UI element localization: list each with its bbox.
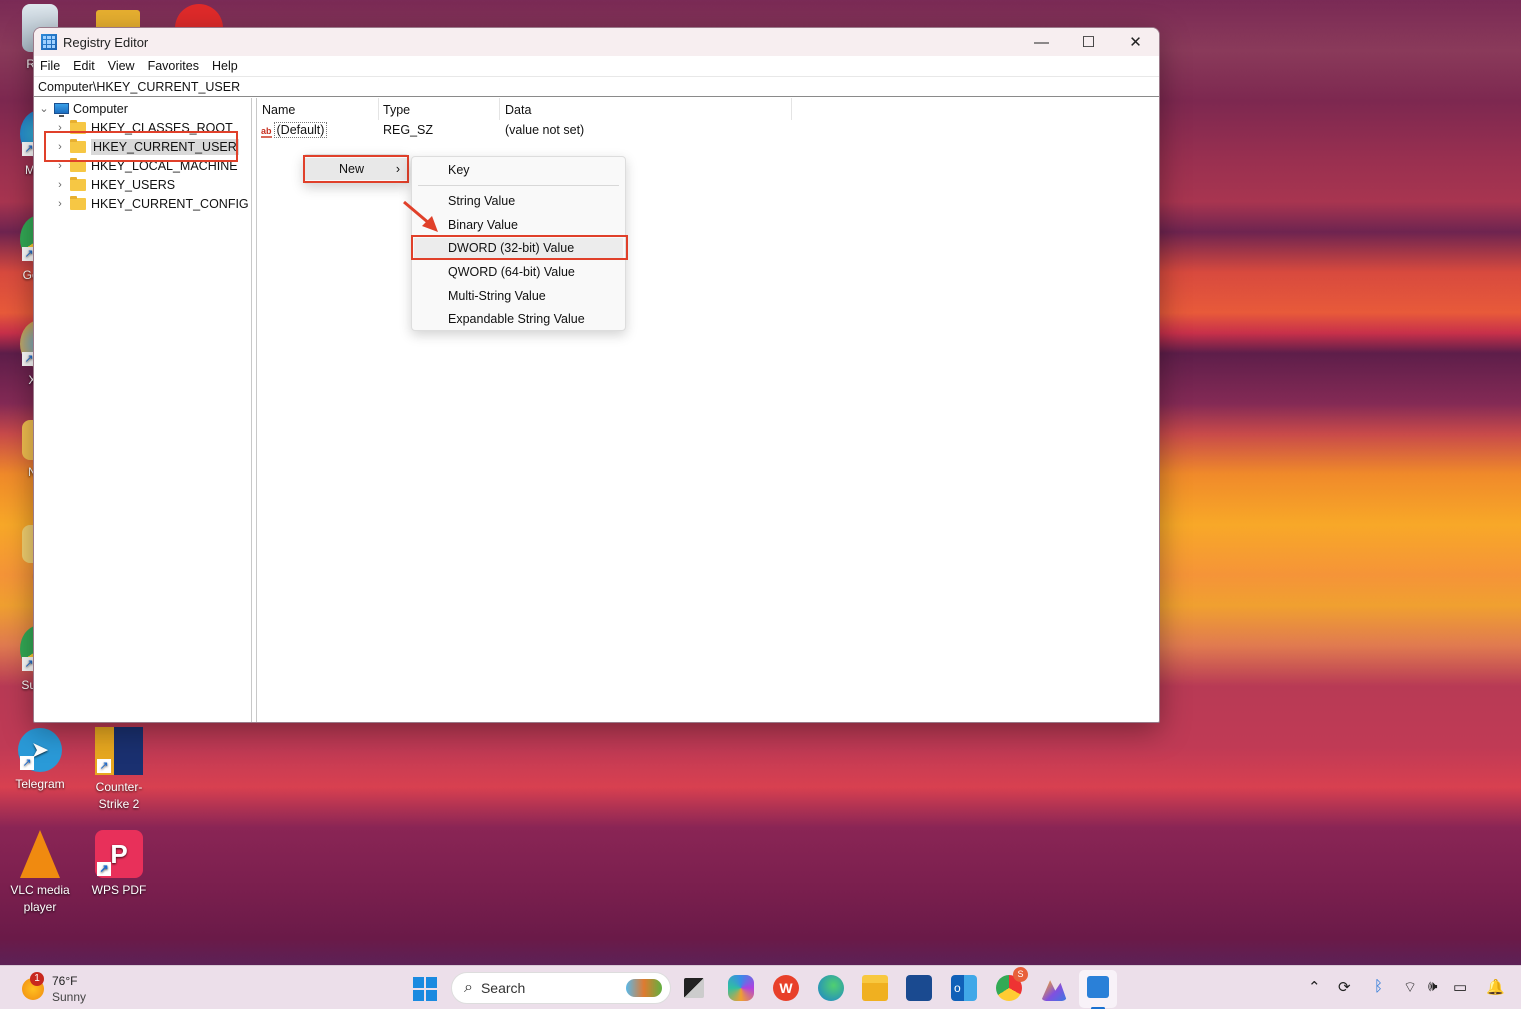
chrome-icon[interactable]: S xyxy=(996,967,1028,1001)
maximize-button[interactable]: ☐ xyxy=(1065,28,1112,56)
desktop-icon-vlc-media-player[interactable]: VLC media player xyxy=(2,830,78,916)
desktop-icon-telegram[interactable]: ➤ ↗ Telegram xyxy=(2,728,78,793)
start-button[interactable] xyxy=(413,977,437,1001)
title-bar[interactable]: Registry Editor — ☐ ✕ xyxy=(34,28,1159,56)
submenu-item-expandable-string-value[interactable]: Expandable String Value xyxy=(448,308,585,330)
weather-widget[interactable]: 1 76°F Sunny xyxy=(20,972,100,1004)
edge-icon[interactable] xyxy=(818,975,844,1001)
submenu-item-binary-value[interactable]: Binary Value xyxy=(448,214,518,236)
bluetooth-icon[interactable]: ᛒ xyxy=(1374,978,1383,995)
outlook-icon[interactable]: o xyxy=(951,975,977,1001)
tree-item-hkey-current-config[interactable]: › HKEY_CURRENT_CONFIG xyxy=(54,194,249,213)
windows-logo-icon xyxy=(413,977,424,988)
value-list: Name Type Data ab (Default) REG_SZ (value… xyxy=(257,98,1159,722)
desktop-icon-label: Counter-Strike 2 xyxy=(95,780,143,811)
task-view-icon[interactable] xyxy=(684,978,704,998)
desktop-icon-label: WPS PDF xyxy=(91,883,147,897)
search-highlight-icon xyxy=(626,979,662,997)
weather-badge: 1 xyxy=(30,972,44,986)
photos-app-icon[interactable] xyxy=(1041,980,1067,1001)
search-icon: ⌕ xyxy=(464,979,473,996)
key-tree: ⌄ Computer › HKEY_CLASSES_ROOT › HKEY_CU… xyxy=(34,98,252,722)
menu-favorites[interactable]: Favorites xyxy=(148,59,199,73)
column-divider[interactable] xyxy=(791,98,792,120)
menu-view[interactable]: View xyxy=(108,59,135,73)
annotation-highlight-dword xyxy=(411,235,628,260)
window-title: Registry Editor xyxy=(63,34,149,50)
value-name-cell: ab (Default) xyxy=(261,122,328,138)
taskbar-search[interactable]: ⌕ Search xyxy=(451,972,671,1004)
desktop-icon-app-top[interactable] xyxy=(175,4,223,28)
value-type: REG_SZ xyxy=(383,123,434,137)
submenu-item-string-value[interactable]: String Value xyxy=(448,190,515,212)
tree-item-computer[interactable]: ⌄ Computer xyxy=(38,99,128,118)
tree-label: HKEY_USERS xyxy=(91,177,176,192)
microsoft-store-icon[interactable] xyxy=(906,975,932,1001)
folder-icon xyxy=(70,176,86,191)
value-data: (value not set) xyxy=(505,123,585,137)
registry-editor-icon xyxy=(1087,976,1109,998)
tree-item-hkey-users[interactable]: › HKEY_USERS xyxy=(54,175,175,194)
sync-icon[interactable]: ⟳ xyxy=(1338,978,1351,996)
annotation-arrow-icon xyxy=(403,200,438,232)
chrome-profile-badge: S xyxy=(1013,967,1028,982)
column-divider[interactable] xyxy=(378,98,379,120)
shortcut-arrow-icon: ↗ xyxy=(20,756,34,770)
telegram-icon: ➤ ↗ xyxy=(18,728,62,772)
chevron-right-icon[interactable]: › xyxy=(54,198,66,210)
registry-editor-window: Registry Editor — ☐ ✕ File Edit View Fav… xyxy=(33,27,1160,723)
file-explorer-icon[interactable] xyxy=(862,975,888,1001)
submenu-item-qword-value[interactable]: QWORD (64-bit) Value xyxy=(448,261,575,283)
menu-bar: File Edit View Favorites Help xyxy=(34,56,1159,76)
counter-strike-icon: ↗ xyxy=(95,727,143,775)
close-button[interactable]: ✕ xyxy=(1112,28,1159,56)
submenu-item-multi-string-value[interactable]: Multi-String Value xyxy=(448,285,546,307)
menu-separator xyxy=(418,185,619,186)
address-bar[interactable]: Computer\HKEY_CURRENT_USER xyxy=(34,76,1159,97)
registry-editor-icon xyxy=(41,34,57,50)
search-placeholder: Search xyxy=(480,980,526,996)
folder-icon xyxy=(70,195,86,210)
weather-temp: 76°F xyxy=(52,974,78,988)
taskbar: 1 76°F Sunny ⌕ Search W o S ⌃ ⟳ ᛒ ⌔ 🕪 ▭ … xyxy=(0,965,1521,1009)
registry-editor-taskbar-active[interactable] xyxy=(1079,970,1117,1009)
desktop-icon-label: VLC media player xyxy=(10,883,70,914)
value-name: (Default) xyxy=(273,122,328,138)
annotation-highlight-new xyxy=(303,155,409,183)
menu-help[interactable]: Help xyxy=(212,59,238,73)
tree-label: HKEY_CURRENT_CONFIG xyxy=(91,196,249,211)
desktop-icon-label: Telegram xyxy=(15,777,65,791)
computer-icon xyxy=(54,103,69,117)
tree-label: Computer xyxy=(73,101,128,116)
wps-pdf-icon: P ↗ xyxy=(95,830,143,878)
vlc-cone-icon xyxy=(20,830,60,878)
weather-condition: Sunny xyxy=(52,990,87,1004)
column-divider[interactable] xyxy=(499,98,500,120)
volume-icon[interactable]: 🕪 xyxy=(1428,978,1437,995)
chevron-down-icon[interactable]: ⌄ xyxy=(38,102,50,115)
submenu-item-key[interactable]: Key xyxy=(448,159,470,181)
wifi-icon[interactable]: ⌔ xyxy=(1403,978,1417,997)
string-value-icon: ab xyxy=(261,126,272,138)
desktop-icon-wps-pdf[interactable]: P ↗ WPS PDF xyxy=(81,830,157,899)
chevron-right-icon[interactable]: › xyxy=(54,179,66,191)
column-header-data[interactable]: Data xyxy=(505,103,531,117)
column-header-name[interactable]: Name xyxy=(262,103,295,117)
menu-edit[interactable]: Edit xyxy=(73,59,95,73)
menu-file[interactable]: File xyxy=(40,59,60,73)
copilot-icon[interactable] xyxy=(728,975,754,1001)
column-header-type[interactable]: Type xyxy=(383,103,410,117)
minimize-button[interactable]: — xyxy=(1018,28,1065,56)
notification-bell-icon[interactable]: 🔔 xyxy=(1486,978,1505,996)
shortcut-arrow-icon: ↗ xyxy=(97,759,111,773)
show-hidden-icons-button[interactable]: ⌃ xyxy=(1308,978,1321,996)
wps-office-icon[interactable]: W xyxy=(773,975,799,1001)
desktop-icon-counter-strike-2[interactable]: ↗ Counter-Strike 2 xyxy=(81,727,157,813)
battery-icon[interactable]: ▭ xyxy=(1453,978,1467,996)
shortcut-arrow-icon: ↗ xyxy=(97,862,111,876)
annotation-highlight-hkcu xyxy=(44,131,238,162)
